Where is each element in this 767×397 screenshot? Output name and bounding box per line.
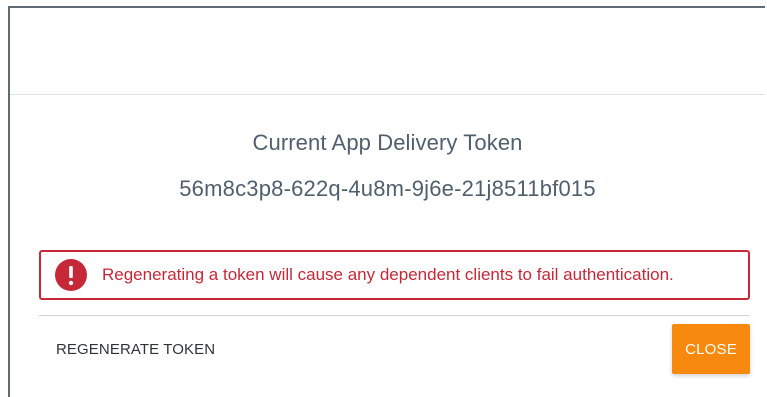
footer-divider — [39, 315, 750, 316]
warning-message: Regenerating a token will cause any depe… — [102, 265, 674, 284]
warning-banner: Regenerating a token will cause any depe… — [39, 250, 750, 300]
exclamation-circle-icon — [55, 259, 87, 291]
token-title: Current App Delivery Token — [252, 130, 523, 155]
close-button[interactable]: CLOSE — [672, 324, 750, 374]
token-value: 56m8c3p8-622q-4u8m-9j6e-21j8511bf015 — [179, 176, 596, 201]
regenerate-token-button[interactable]: REGENERATE TOKEN — [56, 341, 215, 358]
dialog-header — [10, 8, 765, 95]
app-delivery-token-dialog: Current App Delivery Token 56m8c3p8-622q… — [8, 6, 765, 397]
